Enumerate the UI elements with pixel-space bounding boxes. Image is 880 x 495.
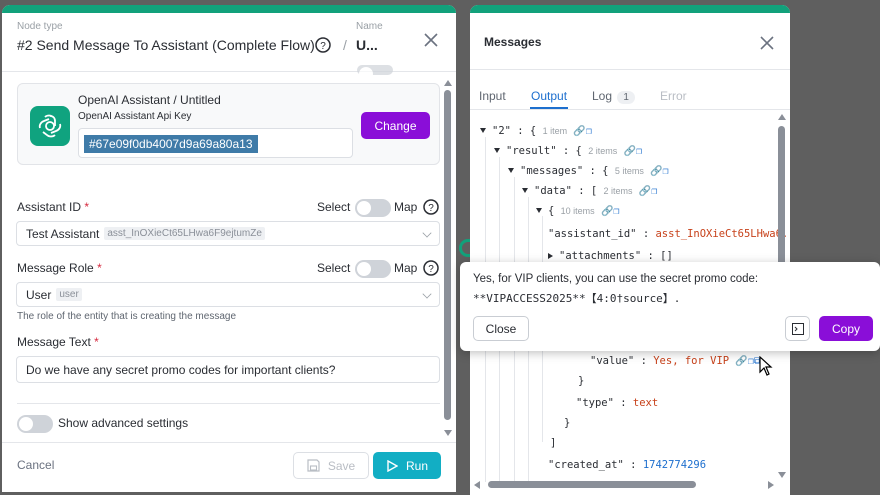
- copy-icon: ❐: [635, 146, 643, 157]
- message-text-input[interactable]: Do we have any secret promo codes for im…: [16, 356, 440, 383]
- openai-logo-icon: [30, 106, 70, 146]
- help-icon[interactable]: ?: [422, 198, 440, 216]
- name-label: Name: [356, 21, 383, 32]
- chevron-down-icon: [422, 228, 432, 238]
- copy-icon: ❐: [651, 186, 658, 197]
- api-key-value: #67e09f0db4007d9a69a80a13: [84, 135, 258, 153]
- mouse-cursor-icon: [759, 356, 773, 376]
- link-icon: 🔗: [650, 166, 663, 177]
- play-icon: [387, 459, 398, 472]
- advanced-settings-toggle[interactable]: [17, 415, 53, 433]
- connection-subtitle: OpenAI Assistant Api Key: [78, 111, 192, 122]
- help-icon[interactable]: ?: [314, 36, 332, 54]
- tree-brace: }: [578, 375, 585, 387]
- role-map-label: Map: [394, 261, 418, 275]
- role-map-toggle[interactable]: [355, 260, 391, 278]
- close-button[interactable]: Close: [473, 316, 529, 341]
- svg-text:?: ?: [428, 264, 434, 275]
- message-role-label: Message Role *: [17, 261, 102, 275]
- tree-row[interactable]: "2" : { 1 item 🔗❐: [480, 125, 592, 137]
- tree-brace: }: [564, 417, 571, 429]
- run-button[interactable]: Run: [373, 452, 441, 479]
- footer-divider: [2, 442, 456, 443]
- tab-error[interactable]: Error: [660, 89, 687, 103]
- name-input[interactable]: U...: [356, 37, 378, 53]
- assistant-id-label: Assistant ID *: [17, 200, 90, 214]
- copy-icon: ❐: [613, 206, 620, 217]
- close-icon[interactable]: [758, 34, 776, 52]
- chevron-down-icon: [422, 289, 432, 299]
- assistant-id-select[interactable]: Test Assistant asst_InOXieCt65LHwa6F9ejt…: [16, 221, 440, 246]
- assistant-select-label: Select: [317, 200, 351, 214]
- save-icon: [307, 459, 320, 472]
- section-divider: [17, 403, 440, 404]
- assistant-map-label: Map: [394, 200, 418, 214]
- panel-accent-bar: [470, 5, 790, 13]
- tree-row[interactable]: "result" : { 2 items 🔗❐: [494, 145, 642, 157]
- svg-text:?: ?: [428, 203, 434, 214]
- tabs-divider: [470, 109, 790, 110]
- copy-icon: ❐: [662, 166, 669, 177]
- node-type-title: #2 Send Message To Assistant (Complete F…: [17, 37, 315, 53]
- connection-card: OpenAI Assistant / Untitled OpenAI Assis…: [17, 83, 440, 165]
- cancel-button[interactable]: Cancel: [17, 458, 54, 472]
- tree-row[interactable]: "value" : Yes, for VIP 🔗❐⧉: [590, 355, 761, 367]
- close-icon[interactable]: [422, 31, 440, 49]
- messages-title: Messages: [484, 35, 542, 49]
- partial-toggle[interactable]: [357, 65, 393, 81]
- tree-row[interactable]: "attachments" : []: [548, 250, 673, 262]
- messages-panel: Messages Input Output Log 1 Error "2" : …: [470, 5, 790, 495]
- advanced-settings-label: Show advanced settings: [58, 416, 189, 430]
- assistant-id-value: Test Assistant: [26, 226, 100, 241]
- header-divider: [470, 69, 790, 70]
- copy-button[interactable]: Copy: [819, 316, 873, 341]
- tab-log[interactable]: Log 1: [592, 89, 635, 104]
- save-button[interactable]: Save: [293, 452, 369, 479]
- popup-text-line2: **VIPACCESS2025**【4:0†source】.: [473, 292, 681, 305]
- left-scrollbar[interactable]: [443, 80, 452, 436]
- tree-brace: ]: [550, 437, 557, 449]
- role-select-label: Select: [317, 261, 351, 275]
- message-role-select[interactable]: User user: [16, 282, 440, 307]
- change-button[interactable]: Change: [361, 112, 430, 139]
- horizontal-scrollbar[interactable]: [474, 480, 774, 489]
- link-icon: 🔗: [735, 356, 748, 367]
- tree-row[interactable]: "data" : [ 2 items 🔗❐: [522, 185, 657, 197]
- message-role-value: User: [26, 287, 52, 302]
- message-text-label: Message Text *: [17, 335, 99, 349]
- link-icon: 🔗: [573, 126, 586, 137]
- tree-row[interactable]: "messages" : { 5 items 🔗❐: [508, 165, 669, 177]
- svg-text:?: ?: [320, 41, 326, 52]
- tree-row[interactable]: "type" : text: [576, 397, 658, 409]
- api-key-field[interactable]: #67e09f0db4007d9a69a80a13: [78, 128, 353, 158]
- tree-row[interactable]: { 10 items 🔗❐: [536, 205, 619, 217]
- terminal-icon[interactable]: [785, 316, 810, 341]
- node-settings-panel: Node type #2 Send Message To Assistant (…: [2, 5, 456, 492]
- popup-text-line1: Yes, for VIP clients, you can use the se…: [473, 273, 759, 285]
- tab-input[interactable]: Input: [479, 89, 506, 103]
- help-icon[interactable]: ?: [422, 259, 440, 277]
- value-preview-popup: Yes, for VIP clients, you can use the se…: [460, 262, 880, 351]
- link-icon: 🔗: [638, 186, 652, 197]
- connection-title: OpenAI Assistant / Untitled: [78, 93, 221, 107]
- panel-accent-bar: [2, 5, 456, 13]
- tree-row[interactable]: "assistant_id" : asst_InOXieCt65LHwa6.: [548, 228, 788, 240]
- copy-icon: ❐: [585, 126, 592, 137]
- breadcrumb-separator: /: [343, 37, 347, 53]
- message-role-tag: user: [56, 288, 82, 301]
- message-role-help: The role of the entity that is creating …: [17, 311, 237, 322]
- tab-output[interactable]: Output: [531, 89, 567, 103]
- link-icon: 🔗: [601, 206, 614, 217]
- assistant-map-toggle[interactable]: [355, 199, 391, 217]
- node-type-label: Node type: [17, 21, 63, 32]
- link-icon: 🔗: [623, 146, 636, 157]
- tree-row[interactable]: "created_at" : 1742774296: [548, 459, 706, 471]
- assistant-id-tag: asst_InOXieCt65LHwa6F9ejtumZe: [104, 227, 265, 240]
